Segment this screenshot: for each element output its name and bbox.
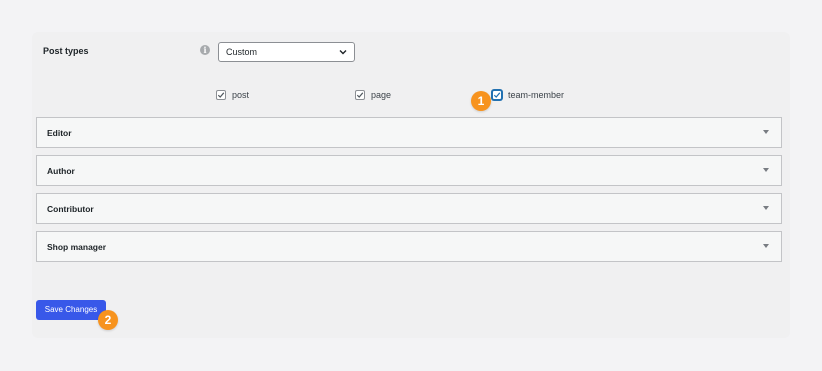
info-icon[interactable]: i — [200, 45, 210, 55]
caret-down-icon — [763, 244, 769, 248]
accordion-editor[interactable]: Editor — [36, 117, 782, 148]
post-types-label: Post types — [43, 46, 89, 56]
checkbox-page-label: page — [371, 90, 392, 100]
accordion-shop-manager[interactable]: Shop manager — [36, 231, 782, 262]
caret-down-icon — [763, 168, 769, 172]
checkbox-team-member-label: team-member — [508, 90, 565, 100]
checkbox-page[interactable]: page — [355, 90, 391, 100]
post-types-select-value: Custom — [226, 47, 258, 57]
accordion-author[interactable]: Author — [36, 155, 782, 186]
save-changes-button[interactable]: Save Changes — [36, 300, 106, 320]
caret-down-icon — [763, 130, 769, 134]
checkbox-post-box[interactable] — [216, 90, 226, 100]
accordion-shop-manager-title: Shop manager — [47, 242, 107, 252]
step-marker-2: 2 — [98, 310, 118, 330]
checkbox-page-box[interactable] — [355, 90, 365, 100]
checkmark-icon — [493, 92, 501, 98]
accordion-contributor[interactable]: Contributor — [36, 193, 782, 224]
post-types-select[interactable]: Custom — [218, 42, 355, 62]
accordion-contributor-title: Contributor — [47, 204, 94, 214]
accordion-editor-title: Editor — [47, 128, 72, 138]
checkmark-icon — [356, 92, 364, 98]
chevron-down-icon — [339, 50, 347, 55]
accordion-author-title: Author — [47, 166, 75, 176]
checkbox-team-member-box[interactable] — [492, 90, 502, 100]
checkbox-post[interactable]: post — [216, 90, 249, 100]
step-marker-1: 1 — [471, 91, 491, 111]
checkmark-icon — [217, 92, 225, 98]
caret-down-icon — [763, 206, 769, 210]
checkbox-post-label: post — [232, 90, 250, 100]
checkbox-team-member[interactable]: team-member — [492, 90, 564, 100]
